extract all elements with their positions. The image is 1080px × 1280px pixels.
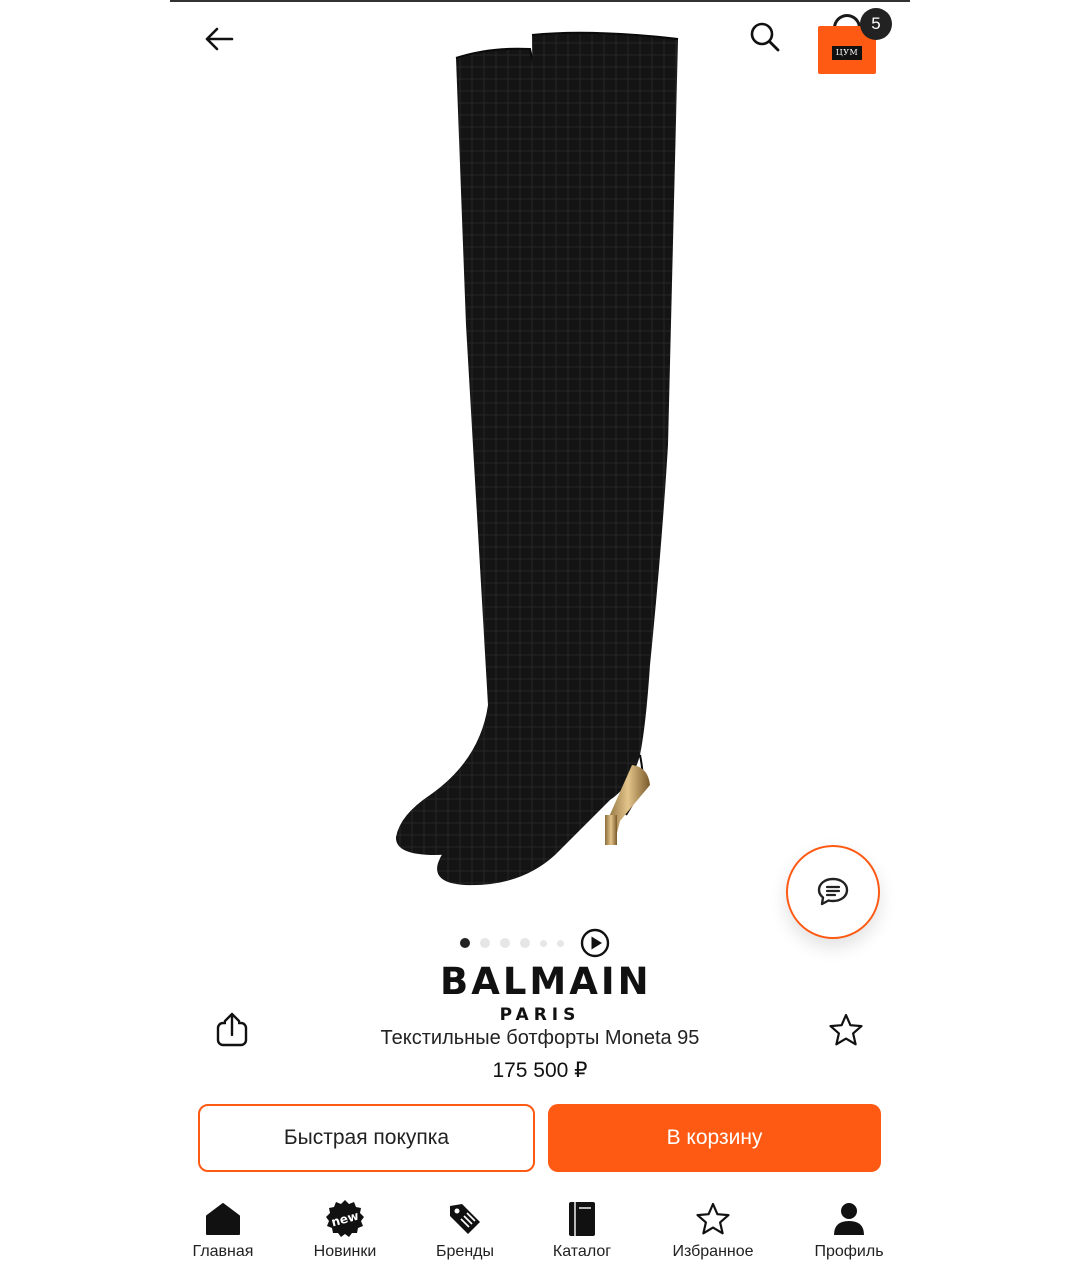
tab-catalog-label: Каталог	[552, 1243, 612, 1260]
play-circle-icon[interactable]	[580, 928, 610, 958]
gallery-dot-3[interactable]	[500, 938, 510, 948]
home-icon	[203, 1199, 243, 1239]
tab-brands-label: Бренды	[436, 1243, 494, 1260]
tab-brands[interactable]: Бренды	[410, 1195, 520, 1275]
brand-name: BALMAIN	[440, 960, 652, 1003]
search-icon	[750, 22, 780, 52]
star-outline-icon	[693, 1199, 733, 1239]
tab-favorites-label: Избранное	[672, 1243, 754, 1260]
favorite-button[interactable]	[826, 1010, 866, 1050]
product-image[interactable]	[370, 25, 700, 895]
tab-new-label: Новинки	[313, 1243, 377, 1260]
tab-catalog[interactable]: Каталог	[527, 1195, 637, 1275]
star-outline-icon	[829, 1013, 863, 1046]
brand-subtitle: PARIS	[499, 1005, 581, 1025]
tab-home-label: Главная	[192, 1243, 254, 1260]
brand-logo[interactable]: BALMAIN PARIS	[440, 960, 652, 1026]
gallery-dot-4[interactable]	[520, 938, 530, 948]
product-title: Текстильные ботфорты Moneta 95	[380, 1027, 700, 1049]
chat-button[interactable]	[786, 845, 880, 939]
book-icon	[562, 1199, 602, 1239]
share-button[interactable]	[212, 1008, 252, 1050]
status-divider	[170, 0, 910, 2]
gallery-dot-1[interactable]	[460, 938, 470, 948]
product-price: 175 500 ₽	[492, 1059, 588, 1082]
quick-buy-button[interactable]: Быстрая покупка	[198, 1104, 535, 1172]
add-to-cart-button[interactable]: В корзину	[548, 1104, 881, 1172]
tab-favorites[interactable]: Избранное	[658, 1195, 768, 1275]
gallery-dot-5[interactable]	[540, 939, 547, 947]
back-button[interactable]	[198, 18, 240, 60]
share-icon	[216, 1012, 248, 1047]
chat-bubble-icon	[817, 877, 849, 906]
user-icon	[829, 1199, 869, 1239]
tab-profile[interactable]: Профиль	[794, 1195, 904, 1275]
tag-icon	[445, 1199, 485, 1239]
tab-profile-label: Профиль	[814, 1243, 884, 1260]
tab-home[interactable]: Главная	[168, 1195, 278, 1275]
boot-back	[395, 47, 541, 855]
cart-count-badge: 5	[860, 8, 892, 40]
cart-logo-text: ЦУМ	[832, 46, 862, 60]
gallery-dot-2[interactable]	[480, 938, 490, 948]
search-button[interactable]	[744, 16, 786, 58]
tab-new[interactable]: new Новинки	[290, 1195, 400, 1275]
gallery-dot-6[interactable]	[557, 939, 564, 947]
arrow-left-icon	[205, 27, 234, 51]
new-badge-icon: new	[325, 1199, 365, 1239]
gallery-pagination	[460, 928, 610, 958]
cart-button[interactable]: ЦУМ 5	[816, 8, 892, 74]
bottom-tab-bar: Главная new Новинки Бренды Каталог Избра…	[170, 1195, 910, 1275]
